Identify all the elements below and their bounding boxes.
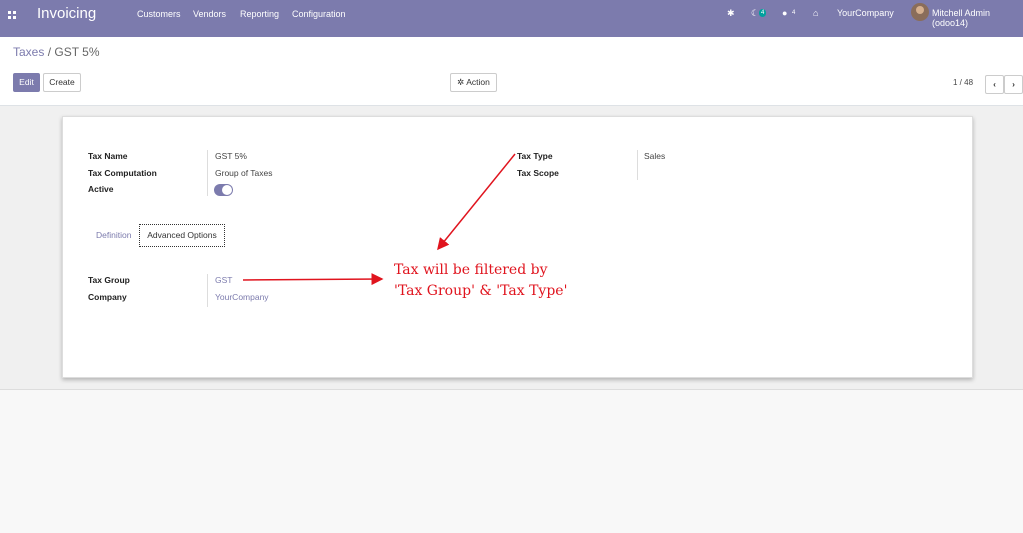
annotation-line-2: 'Tax Group' & 'Tax Type' <box>394 283 568 299</box>
annotation-note: Tax will be filtered by 'Tax Group' & 'T… <box>394 260 567 302</box>
annotation-line-1: Tax will be filtered by <box>394 262 548 278</box>
arrow-from-tax-group <box>242 273 384 286</box>
arrow-from-tax-type <box>437 153 516 251</box>
